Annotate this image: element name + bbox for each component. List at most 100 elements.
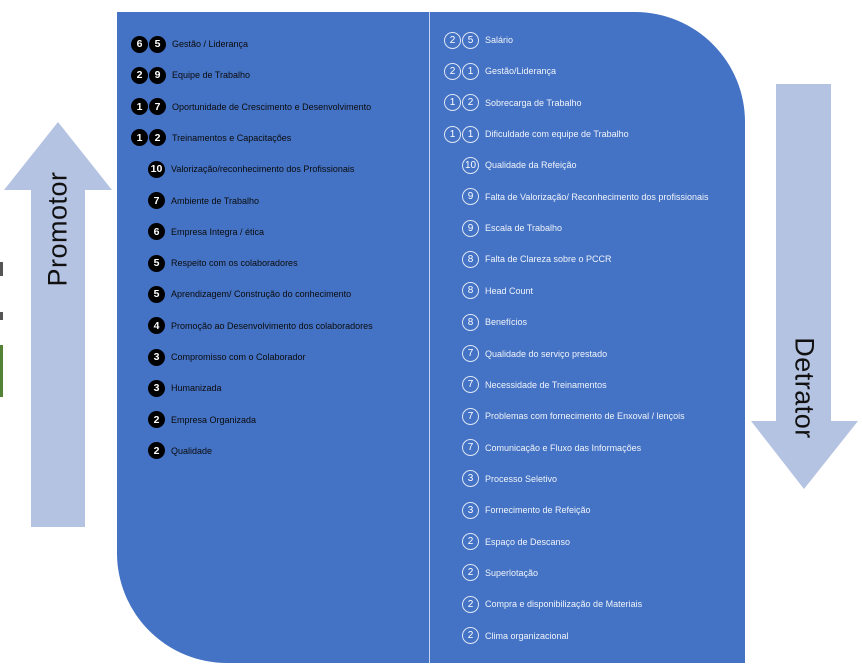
count-badge: 1	[131, 129, 148, 147]
promotor_items-list-item: 10 Valorização/reconhecimento dos Profiss…	[148, 159, 354, 179]
count-badges: 2	[148, 442, 165, 460]
detrator_items-list-item: 3 Fornecimento de Refeição	[462, 500, 591, 520]
left-edge-text-fragment	[0, 312, 3, 320]
count-badge: 2	[462, 533, 479, 551]
detrator_items-list-item: 2 Compra e disponibilização de Materiais	[462, 594, 642, 614]
count-badges: 3	[462, 501, 479, 519]
left-edge-text-fragment	[0, 262, 3, 276]
count-badges: 29	[131, 66, 166, 84]
count-badge: 1	[444, 94, 461, 112]
item-label: Qualidade	[171, 445, 213, 456]
count-badge: 7	[148, 192, 165, 209]
item-label: Compra e disponibilização de Materiais	[485, 599, 643, 610]
item-label: Ambiente de Trabalho	[171, 195, 260, 206]
promotor_items-list-item: 2 Qualidade	[148, 441, 212, 461]
count-badge: 10	[148, 160, 165, 178]
count-badge: 5	[462, 31, 479, 49]
count-badge: 2	[462, 564, 479, 582]
item-label: Qualidade do serviço prestado	[485, 348, 608, 359]
detrator_items-list-item: 7 Qualidade do serviço prestado	[462, 344, 607, 364]
detrator_items-list-item: 2 1 Gestão/Liderança	[444, 61, 556, 81]
item-label: Sobrecarga de Trabalho	[485, 97, 582, 108]
count-badges: 7	[462, 376, 479, 394]
column-divider	[429, 12, 430, 663]
count-badges: 10	[462, 156, 479, 174]
promotor_items-list-item: 1 7 Oportunidade de Crescimento e Desenvol…	[131, 97, 371, 117]
count-badge: 9	[462, 219, 479, 237]
detrator_items-list-item: 2 Superlotação	[462, 563, 538, 583]
promotor-label: Promotor	[42, 171, 73, 287]
promotor_items-list-item: 6 Empresa Integra / ética	[148, 222, 264, 242]
count-badges: 2	[148, 411, 165, 429]
count-badges: 10	[148, 160, 165, 178]
item-label: Valorização/reconhecimento dos Profissio…	[171, 164, 355, 175]
count-badges: 7	[148, 192, 165, 209]
count-badges: 3	[462, 470, 479, 488]
promotor_items-list-item: 1 2 Treinamentos e Capacitações	[131, 128, 291, 148]
detrator_items-list-item: 7 Comunicação e Fluxo das Informações	[462, 438, 641, 458]
count-badge: 8	[462, 313, 479, 331]
count-badge: 2	[131, 66, 148, 84]
promotor_items-list-item: 2 9 Equipe de Trabalho	[131, 65, 250, 85]
count-badge: 2	[149, 129, 166, 147]
promotor_items-list-item: 5 Respeito com os colaboradores	[148, 253, 298, 273]
item-label: Gestão / Liderança	[172, 39, 249, 49]
detrator_items-list-item: 9 Falta de Valorização/ Reconhecimento do…	[462, 187, 708, 207]
detrator_items-list-item: 8 Benefícios	[462, 312, 527, 332]
count-badge: 1	[462, 62, 479, 80]
count-badge: 6	[148, 223, 165, 241]
detrator_items-list-item: 2 Espaço de Descanso	[462, 532, 570, 552]
count-badges: 11	[444, 125, 479, 143]
count-badges: 2	[462, 533, 479, 551]
count-badge: 1	[462, 125, 479, 143]
promotor_items-list-item: 6 5 Gestão / Liderança	[131, 34, 248, 54]
item-label: Problemas com fornecimento de Enxoval / …	[485, 411, 685, 422]
count-badges: 65	[131, 35, 166, 53]
feedback-panel: 6 5 Gestão / Liderança 2 9 Equipe de Trabalho…	[117, 12, 745, 663]
count-badges: 3	[148, 379, 165, 397]
item-label: Empresa Integra / ética	[171, 226, 265, 237]
item-label: Falta de Valorização/ Reconhecimento dos…	[485, 191, 709, 202]
count-badges: 5	[148, 285, 165, 303]
item-label: Compromisso com o Colaborador	[171, 352, 306, 362]
count-badge: 10	[462, 156, 479, 174]
detrator_items-list-item: 7 Problemas com fornecimento de Enxoval /…	[462, 406, 685, 426]
item-label: Benefícios	[485, 317, 528, 328]
count-badges: 3	[148, 348, 165, 366]
detrator_items-list-item: 2 5 Salário	[444, 30, 513, 50]
count-badge: 7	[462, 345, 479, 362]
item-label: Fornecimento de Refeição	[485, 505, 591, 516]
count-badges: 7	[462, 345, 479, 362]
item-label: Empresa Organizada	[171, 414, 257, 425]
item-label: Clima organizacional	[485, 630, 569, 641]
detrator-label: Detrator	[789, 337, 820, 439]
count-badge: 2	[444, 31, 461, 49]
count-badge: 8	[462, 250, 479, 268]
promotor_items-list-item: 3 Humanizada	[148, 378, 222, 398]
count-badge: 1	[131, 98, 148, 116]
item-label: Humanizada	[171, 383, 222, 394]
item-label: Head Count	[485, 285, 534, 296]
promotor_items-list-item: 5 Aprendizagem/ Construção do conheciment…	[148, 284, 351, 304]
count-badge: 1	[444, 125, 461, 143]
count-badges: 7	[462, 407, 479, 425]
count-badge: 2	[462, 627, 479, 645]
promotor_items-list-item: 3 Compromisso com o Colaborador	[148, 347, 306, 367]
item-label: Espaço de Descanso	[485, 536, 571, 547]
detrator_items-list-item: 2 Clima organizacional	[462, 626, 569, 646]
promotor_items-list-item: 2 Empresa Organizada	[148, 410, 256, 430]
count-badge: 5	[149, 35, 166, 53]
count-badge: 7	[462, 407, 479, 425]
count-badges: 21	[444, 62, 479, 80]
promotor_items-list-item: 4 Promoção ao Desenvolvimento dos colabor…	[148, 316, 373, 336]
count-badge: 3	[148, 348, 165, 366]
count-badge: 2	[444, 62, 461, 80]
count-badge: 3	[148, 379, 165, 397]
count-badge: 5	[148, 285, 165, 303]
item-label: Comunicação e Fluxo das Informações	[485, 442, 642, 453]
count-badge: 2	[148, 442, 165, 460]
detrator_items-list-item: 8 Head Count	[462, 281, 533, 301]
count-badges: 4	[148, 317, 165, 335]
detrator_items-list-item: 9 Escala de Trabalho	[462, 218, 562, 238]
count-badge: 8	[462, 282, 479, 300]
